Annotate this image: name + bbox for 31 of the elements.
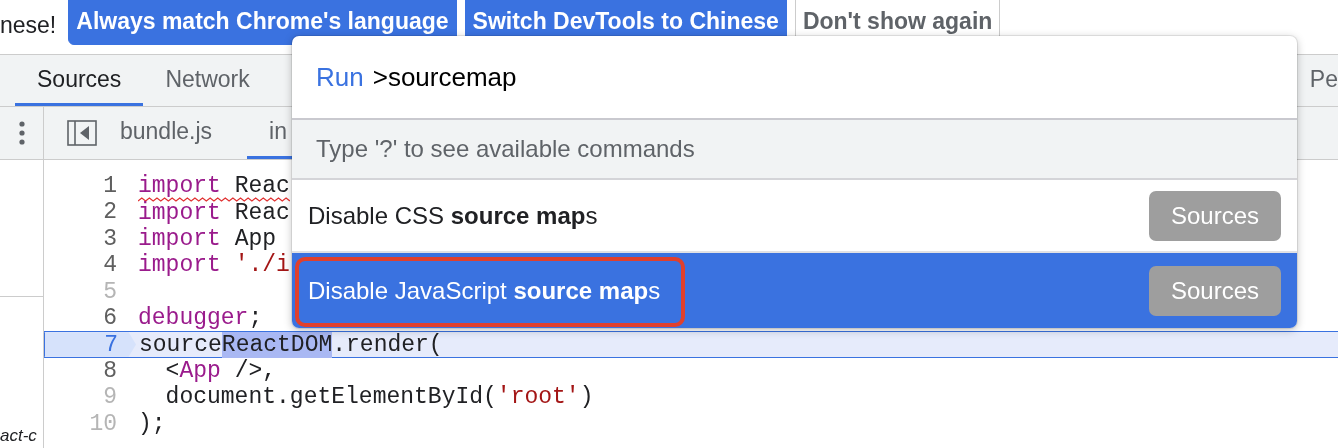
category-badge: Sources — [1148, 265, 1281, 316]
panel-tab[interactable]: Network — [143, 55, 272, 106]
code-line: sourceReactDOM.render( — [138, 331, 443, 358]
code-line: import './i — [137, 252, 290, 279]
code-line: ); — [137, 410, 166, 437]
command-item[interactable]: Disable JavaScript source maps Sources — [292, 253, 1297, 328]
infobar-button[interactable]: Always match Chrome's language — [68, 0, 457, 45]
line-number[interactable]: 2 — [44, 199, 121, 226]
command-label: Disable JavaScript source maps — [308, 276, 661, 305]
code-line: import Reac — [137, 199, 290, 226]
palette-hint: Type '?' to see available commands — [292, 120, 1297, 180]
command-input[interactable]: >sourcemap — [372, 61, 1297, 93]
file-tab[interactable]: bundle.js — [120, 107, 235, 159]
line-number[interactable]: 4 — [44, 252, 121, 279]
line-number[interactable]: 8 — [44, 357, 121, 385]
code-line: debugger; — [137, 305, 263, 332]
code-line: document.getElementById('root') — [164, 384, 594, 411]
line-number[interactable]: 7 — [44, 332, 136, 357]
code-line: <App />, — [164, 357, 277, 384]
line-number[interactable]: 6 — [44, 304, 121, 332]
category-badge: Sources — [1148, 190, 1281, 241]
file-tree-item[interactable]: act-c — [0, 426, 37, 446]
more-icon[interactable] — [18, 121, 25, 145]
line-number[interactable]: 3 — [44, 225, 121, 253]
sidebar-toggle-icon[interactable] — [67, 120, 97, 146]
infobar-message: nese! — [0, 12, 57, 39]
code-line: import App — [137, 225, 277, 252]
command-label: Disable CSS source maps — [308, 201, 598, 230]
prompt-prefix: Run — [316, 61, 364, 93]
line-number[interactable]: 1 — [44, 173, 121, 200]
code-line: import Reac — [135, 173, 290, 200]
